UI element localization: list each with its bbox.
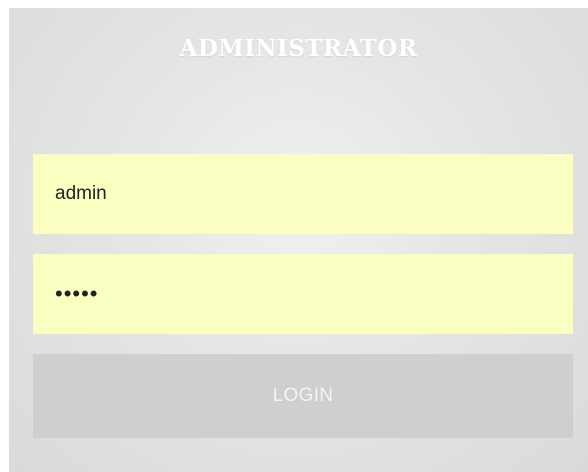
username-input[interactable] xyxy=(33,154,573,234)
password-input[interactable] xyxy=(33,254,573,334)
login-title: ADMINISTRATOR xyxy=(179,35,418,62)
login-button[interactable]: LOGIN xyxy=(33,354,573,438)
login-panel: ADMINISTRATOR LOGIN xyxy=(9,8,588,472)
